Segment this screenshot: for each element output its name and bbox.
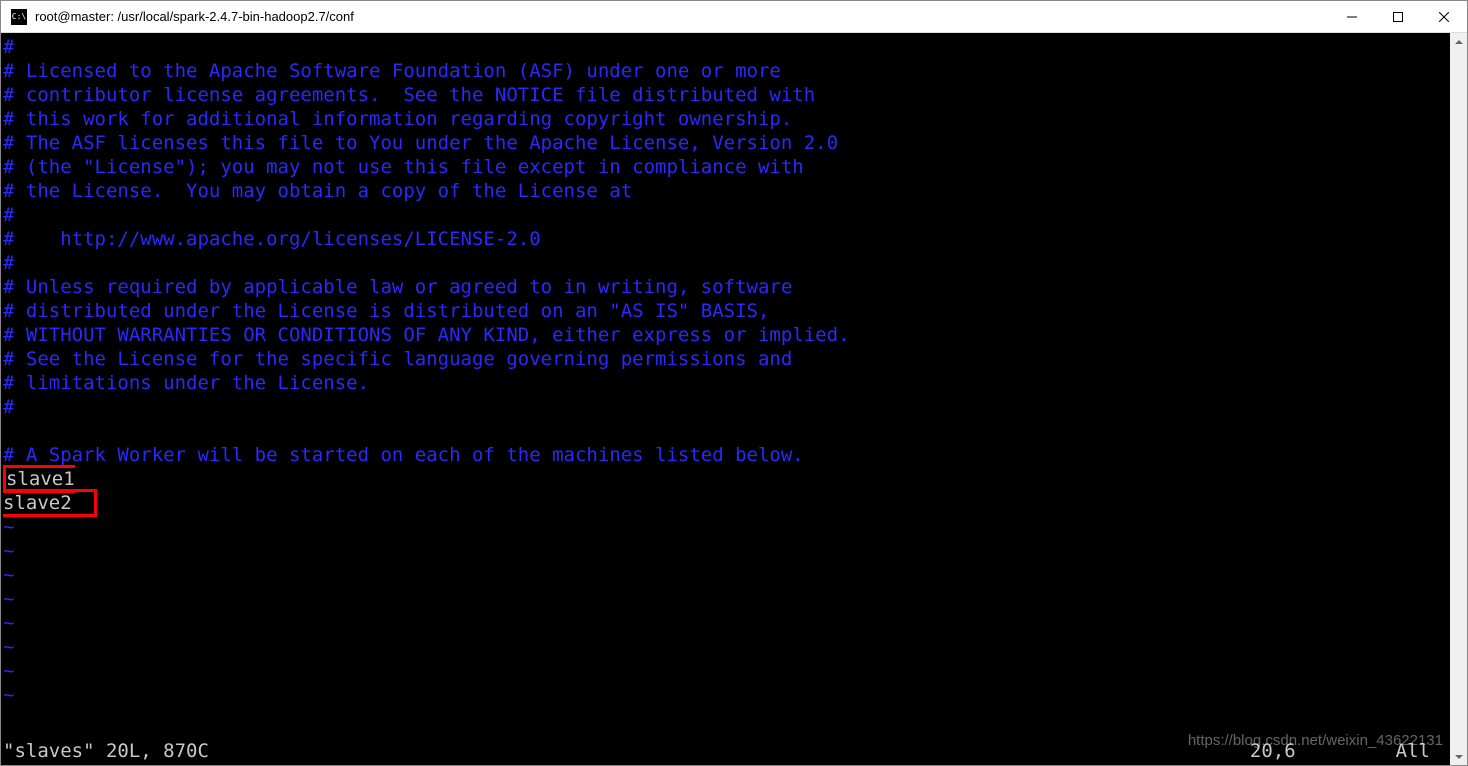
comment-line: # WITHOUT WARRANTIES OR CONDITIONS OF AN…: [3, 324, 849, 346]
titlebar[interactable]: C:\ root@master: /usr/local/spark-2.4.7-…: [1, 1, 1467, 33]
comment-line: #: [3, 36, 14, 58]
terminal-area[interactable]: # # Licensed to the Apache Software Foun…: [1, 33, 1467, 765]
vim-tilde: ~: [3, 540, 14, 562]
comment-line: # Licensed to the Apache Software Founda…: [3, 60, 781, 82]
vim-tilde: ~: [3, 636, 14, 658]
vim-tilde: ~: [3, 612, 14, 634]
comment-line: #: [3, 252, 14, 274]
watermark-text: https://blog.csdn.net/weixin_43622131: [1188, 729, 1443, 753]
vim-tilde: ~: [3, 660, 14, 682]
comment-line: # http://www.apache.org/licenses/LICENSE…: [3, 228, 541, 250]
vim-tilde: ~: [3, 588, 14, 610]
comment-line: # See the License for the specific langu…: [3, 348, 792, 370]
highlight-annotation: slave1 slave2: [3, 465, 97, 517]
comment-line: #: [3, 204, 14, 226]
slave-entry: slave2: [3, 492, 72, 514]
scrollbar-up-button[interactable]: [1450, 33, 1467, 50]
comment-line: # contributor license agreements. See th…: [3, 84, 815, 106]
slave-entry: slave1: [6, 468, 75, 490]
comment-line: # A Spark Worker will be started on each…: [3, 444, 804, 466]
vim-tilde: ~: [3, 564, 14, 586]
comment-line: # this work for additional information r…: [3, 108, 792, 130]
terminal-content: # # Licensed to the Apache Software Foun…: [3, 35, 1465, 707]
comment-line: #: [3, 396, 14, 418]
status-file-info: "slaves" 20L, 870C: [3, 739, 1250, 763]
scrollbar[interactable]: [1450, 33, 1467, 765]
scrollbar-track[interactable]: [1450, 50, 1467, 748]
comment-line: # limitations under the License.: [3, 372, 369, 394]
vim-tilde: ~: [3, 684, 14, 706]
comment-line: # the License. You may obtain a copy of …: [3, 180, 632, 202]
close-button[interactable]: [1421, 1, 1467, 32]
window-controls: [1329, 1, 1467, 32]
comment-line: # (the "License"); you may not use this …: [3, 156, 804, 178]
window-title: root@master: /usr/local/spark-2.4.7-bin-…: [33, 9, 1329, 24]
minimize-button[interactable]: [1329, 1, 1375, 32]
vim-tilde: ~: [3, 516, 14, 538]
terminal-icon: C:\: [11, 9, 27, 25]
scrollbar-down-button[interactable]: [1450, 748, 1467, 765]
comment-line: # The ASF licenses this file to You unde…: [3, 132, 838, 154]
maximize-button[interactable]: [1375, 1, 1421, 32]
comment-line: # Unless required by applicable law or a…: [3, 276, 792, 298]
comment-line: # distributed under the License is distr…: [3, 300, 769, 322]
